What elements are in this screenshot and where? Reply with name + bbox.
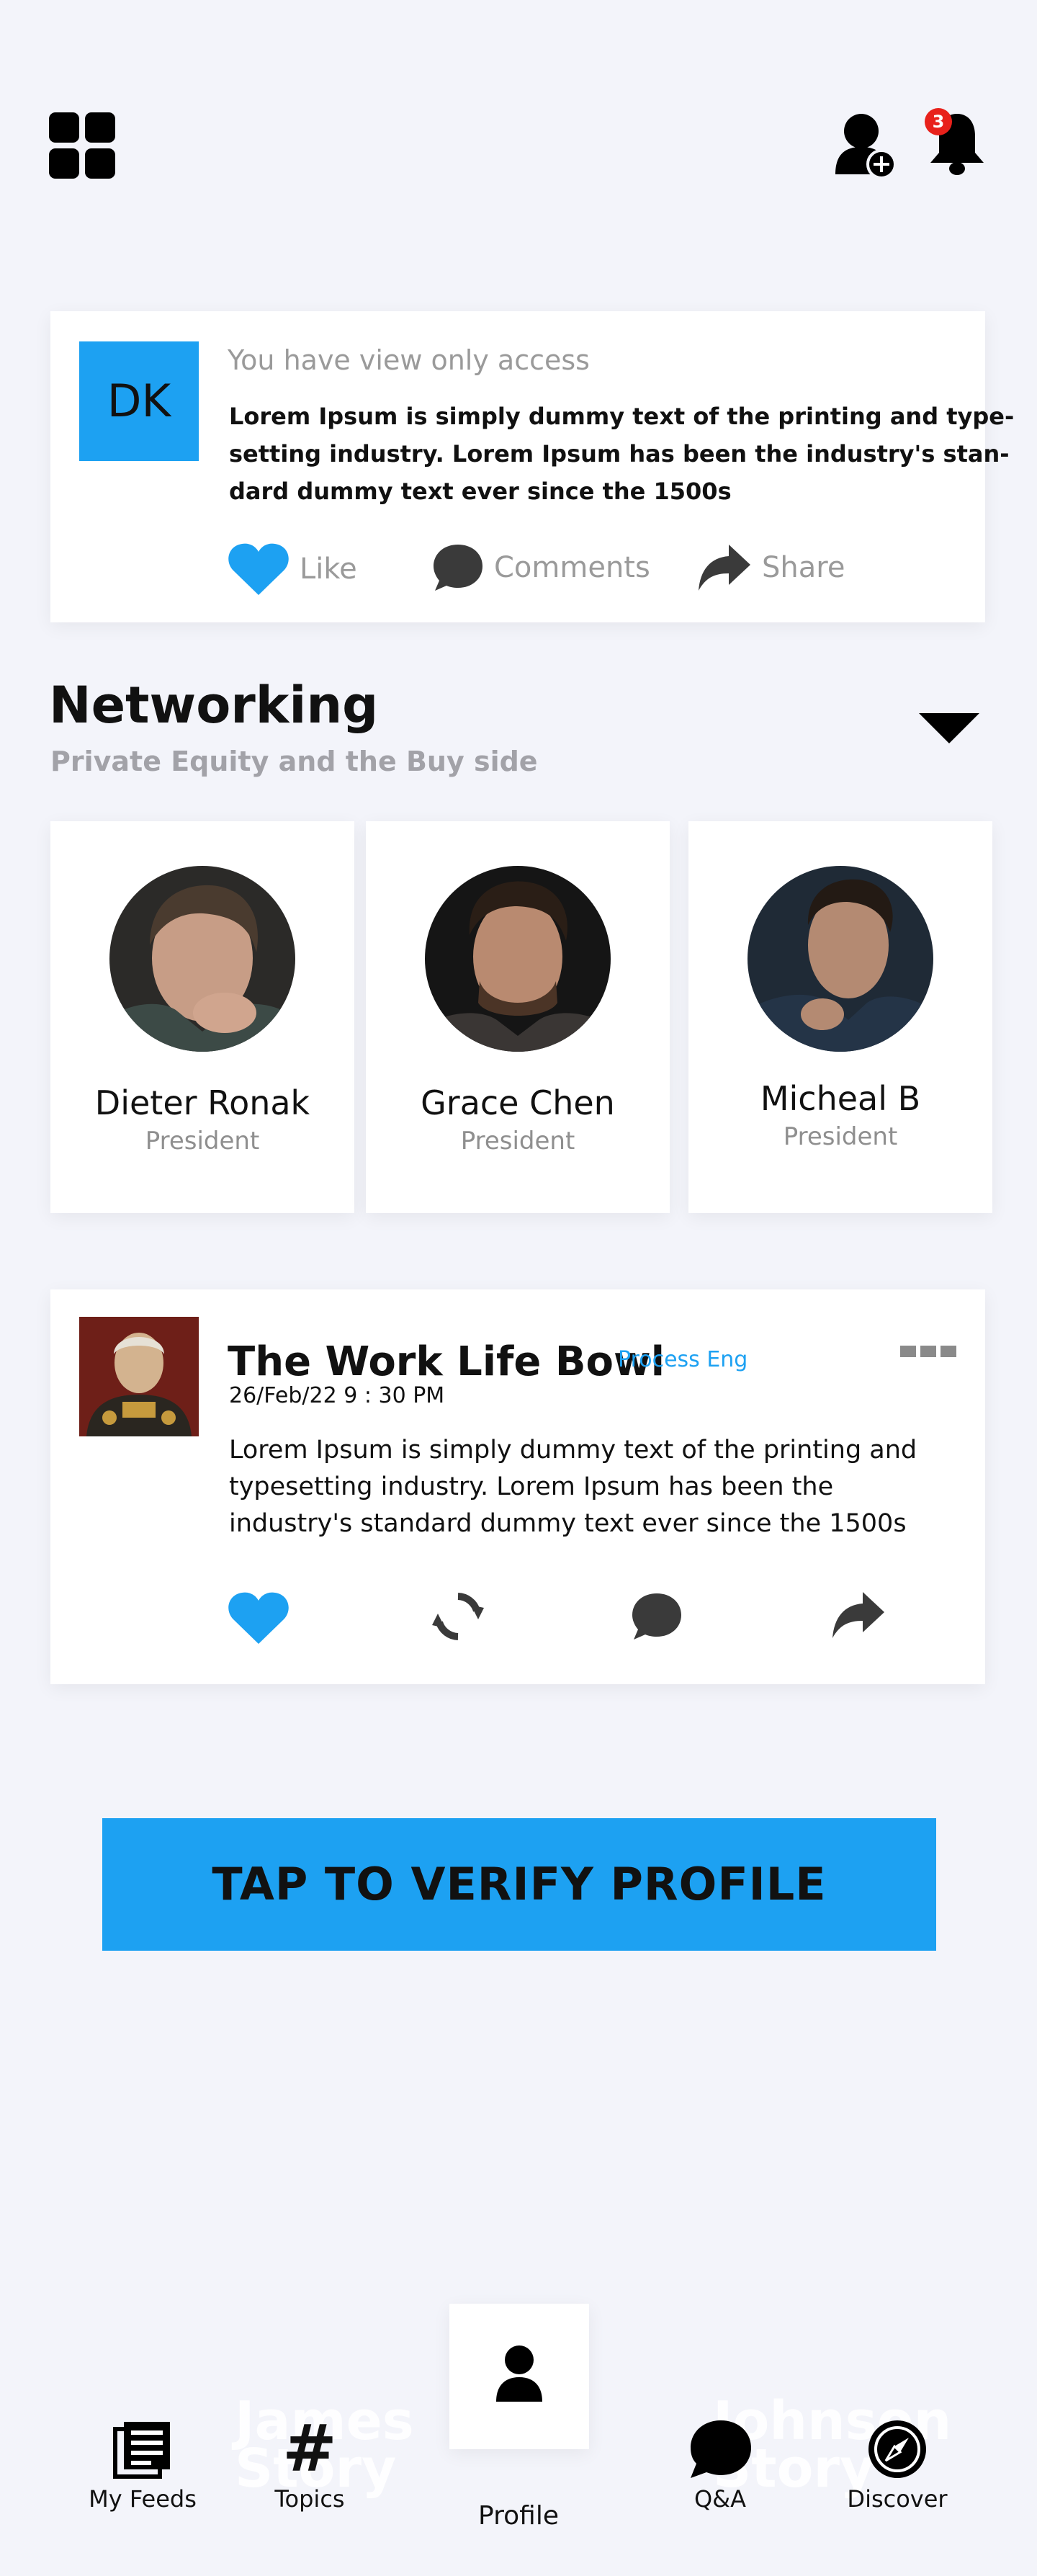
comment-button[interactable] bbox=[631, 1591, 683, 1642]
compass-icon bbox=[867, 2419, 928, 2479]
share-button[interactable]: Share bbox=[697, 542, 845, 594]
avatar: DK bbox=[79, 341, 199, 461]
like-button[interactable]: Like bbox=[228, 542, 357, 596]
person-name: Micheal B bbox=[760, 1079, 921, 1118]
section-subtitle: Private Equity and the Buy side bbox=[50, 746, 538, 777]
nav-label: Profile bbox=[478, 2501, 559, 2531]
notification-badge: 3 bbox=[925, 108, 952, 135]
access-note: You have view only access bbox=[228, 344, 590, 376]
person-card[interactable]: Dieter Ronak President bbox=[50, 821, 354, 1213]
add-user-icon[interactable] bbox=[835, 111, 896, 179]
comments-label: Comments bbox=[494, 551, 650, 584]
share-label: Share bbox=[762, 551, 845, 584]
person-card[interactable]: Grace Chen President bbox=[366, 821, 670, 1213]
nav-discover[interactable]: Discover bbox=[818, 2419, 977, 2513]
post-body: Lorem Ipsum is simply dummy text of the … bbox=[229, 1436, 917, 1538]
person-role: President bbox=[460, 1127, 575, 1155]
repost-icon bbox=[432, 1593, 484, 1640]
person-photo bbox=[109, 866, 295, 1052]
verify-profile-button[interactable]: TAP TO VERIFY PROFILE bbox=[102, 1818, 936, 1951]
author-portrait bbox=[79, 1317, 199, 1436]
post-body-line: dard dummy text ever since the 1500s bbox=[229, 478, 732, 505]
person-photo bbox=[748, 866, 933, 1052]
person-role: President bbox=[145, 1127, 260, 1155]
chat-icon bbox=[688, 2419, 753, 2479]
grid-menu-icon[interactable] bbox=[49, 112, 115, 179]
post-body-line: Lorem Ipsum is simply dummy text of the … bbox=[229, 403, 1015, 430]
post-date: 26/Feb/22 9 : 30 PM bbox=[229, 1383, 445, 1408]
person-card[interactable]: Micheal B President bbox=[688, 821, 992, 1213]
feed-icon bbox=[112, 2419, 173, 2479]
person-role: President bbox=[783, 1122, 898, 1151]
heart-icon bbox=[228, 543, 289, 595]
like-label: Like bbox=[300, 553, 357, 586]
person-name: Dieter Ronak bbox=[94, 1083, 310, 1122]
nav-label: Topics bbox=[274, 2485, 345, 2513]
nav-label: Q&A bbox=[693, 2485, 747, 2513]
nav-profile[interactable] bbox=[449, 2304, 589, 2449]
share-icon bbox=[699, 545, 750, 591]
nav-label: My Feeds bbox=[89, 2485, 197, 2513]
heart-icon bbox=[228, 1592, 289, 1644]
post-body-line: setting industry. Lorem Ipsum has been t… bbox=[229, 440, 1010, 468]
nav-topics[interactable]: # Topics bbox=[230, 2411, 389, 2513]
nav-qa[interactable]: Q&A bbox=[641, 2419, 799, 2513]
nav-my-feeds[interactable]: My Feeds bbox=[63, 2419, 222, 2513]
section-title: Networking bbox=[49, 676, 379, 735]
topic-tag[interactable]: Process Eng bbox=[618, 1347, 748, 1372]
comments-button[interactable]: Comments bbox=[432, 542, 650, 594]
post-title[interactable]: The Work Life Bowl bbox=[228, 1338, 665, 1385]
hashtag-icon: # bbox=[282, 2411, 337, 2487]
like-button[interactable] bbox=[228, 1591, 289, 1645]
post-body: Lorem Ipsum is simply dummy text of the … bbox=[229, 398, 1014, 510]
comment-icon bbox=[632, 1593, 681, 1640]
dropdown-arrow-icon[interactable] bbox=[919, 713, 979, 743]
person-photo bbox=[425, 866, 611, 1052]
more-options-icon[interactable] bbox=[900, 1346, 956, 1357]
person-name: Grace Chen bbox=[421, 1083, 615, 1122]
share-icon bbox=[832, 1592, 884, 1638]
nav-label: Discover bbox=[847, 2485, 948, 2513]
comment-icon bbox=[434, 545, 482, 591]
profile-icon bbox=[495, 2344, 544, 2405]
repost-button[interactable] bbox=[431, 1589, 485, 1644]
share-button[interactable] bbox=[831, 1589, 886, 1641]
